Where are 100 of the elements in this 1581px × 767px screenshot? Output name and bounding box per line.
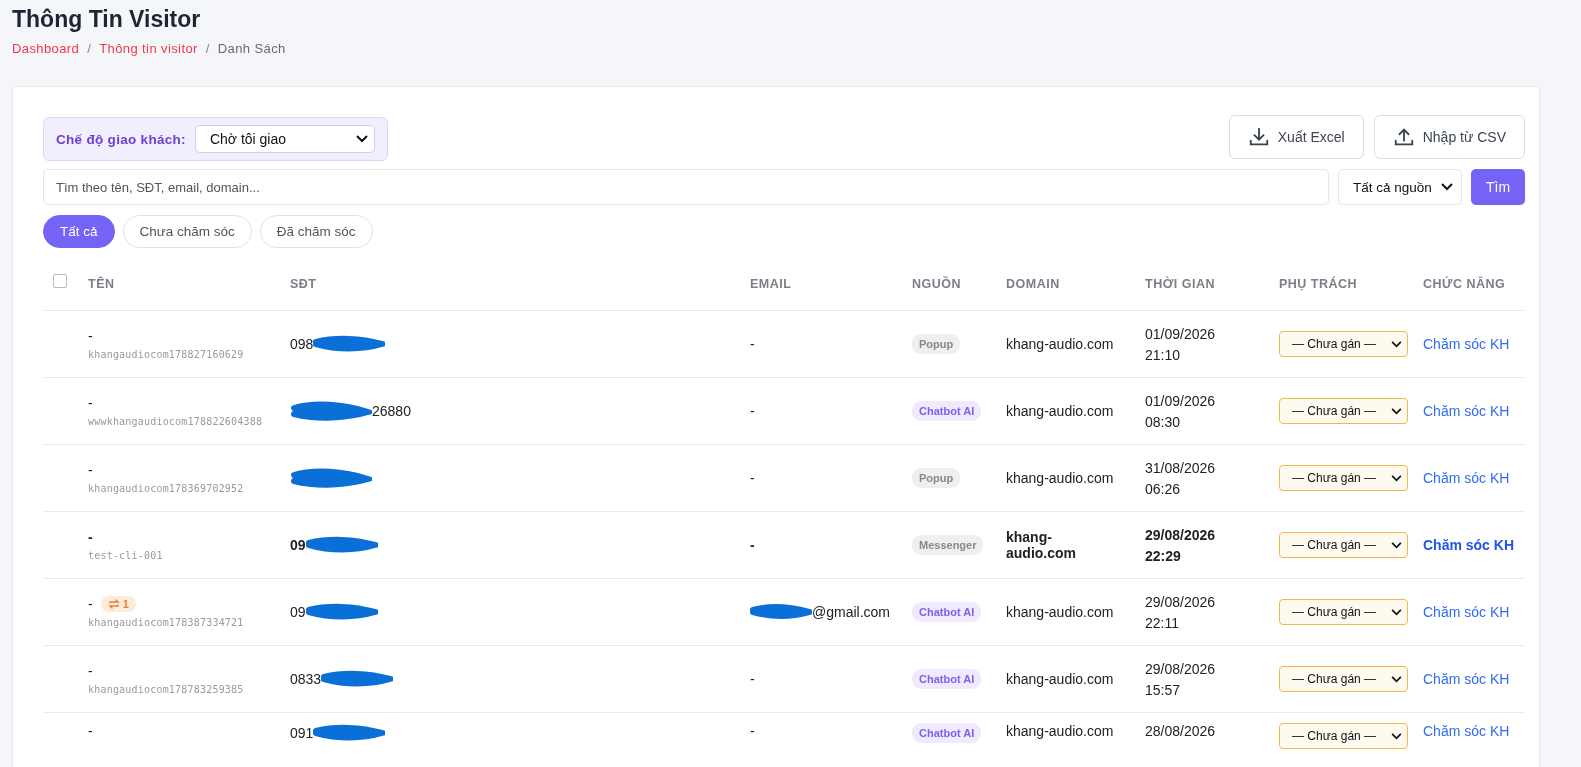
care-link[interactable]: Chăm sóc KH	[1423, 604, 1510, 620]
assignee-select[interactable]: — Chưa gán —	[1279, 723, 1408, 749]
visitor-name: -	[88, 723, 93, 739]
visitor-id: khangaudiocom178783259385	[88, 684, 244, 695]
filter-tab[interactable]: Đã chăm sóc	[259, 215, 373, 248]
time-text: 21:10	[1145, 346, 1181, 363]
time-text: 22:29	[1145, 547, 1181, 564]
phone-number: 09	[290, 537, 306, 553]
column-header: PHỤ TRÁCH	[1279, 277, 1358, 291]
assignee-select[interactable]: — Chưa gán —	[1279, 666, 1408, 692]
domain-text: khang-audio.com	[1006, 604, 1114, 620]
time-text: 31/08/2026	[1145, 459, 1216, 476]
assignee-select[interactable]: — Chưa gán —	[1279, 398, 1408, 424]
download-icon	[1247, 126, 1270, 148]
time-text: 01/09/2026	[1145, 392, 1216, 409]
time-text: 29/08/2026	[1145, 593, 1216, 610]
care-link[interactable]: Chăm sóc KH	[1423, 537, 1523, 553]
care-link[interactable]: Chăm sóc KH	[1423, 723, 1510, 739]
chevron-icon	[1391, 474, 1402, 482]
visitor-name: -	[88, 328, 93, 344]
select-all-checkbox[interactable]	[53, 274, 67, 288]
domain-text: khang-audio.com	[1006, 529, 1077, 561]
visitor-name: -	[88, 663, 93, 679]
assignee-select[interactable]: — Chưa gán —	[1279, 331, 1408, 357]
filter-tab[interactable]: Chưa chăm sóc	[122, 215, 252, 248]
mode-select[interactable]: Chờ tôi giao	[194, 125, 375, 153]
email-text: -	[750, 723, 755, 739]
time-text: 29/08/2026	[1145, 526, 1216, 543]
source-select[interactable]: Tất cả nguồn	[1338, 169, 1462, 205]
chevron-icon	[1391, 541, 1402, 549]
chevron-icon	[1391, 675, 1402, 683]
mode-label: Chế độ giao khách:	[56, 131, 186, 147]
visitor-name: -	[88, 462, 93, 478]
assignee-select[interactable]: — Chưa gán —	[1279, 599, 1408, 625]
source-tag: Messenger	[912, 535, 984, 555]
time-text: 06:26	[1145, 480, 1181, 497]
chevron-icon	[355, 135, 368, 143]
phone-number: 0833	[290, 671, 322, 687]
phone-number: 098	[290, 336, 314, 352]
chevron-icon	[1391, 340, 1402, 348]
column-header: TÊN	[88, 277, 115, 291]
domain-text: khang-audio.com	[1006, 671, 1114, 687]
source-tag: Chatbot AI	[912, 602, 982, 622]
breadcrumb-separator: /	[87, 41, 92, 56]
care-link[interactable]: Chăm sóc KH	[1423, 336, 1510, 352]
breadcrumb-link[interactable]: Thông tin visitor	[99, 41, 198, 56]
care-link[interactable]: Chăm sóc KH	[1423, 403, 1510, 419]
source-tag: Chatbot AI	[912, 723, 982, 743]
column-header: SĐT	[290, 277, 317, 291]
filter-tab[interactable]: Tất cả	[43, 215, 115, 248]
phone-number: 091	[290, 725, 314, 741]
domain-text: khang-audio.com	[1006, 336, 1114, 352]
page-title: Thông Tin Visitor	[11, 5, 202, 33]
export-button[interactable]: Xuất Excel	[1228, 115, 1364, 159]
breadcrumb-separator: /	[205, 41, 210, 56]
time-text: 08:30	[1145, 413, 1181, 430]
column-header: THỜI GIAN	[1145, 277, 1216, 291]
email-text: -	[750, 537, 755, 553]
visitor-id: wwwkhangaudiocom178822604388	[88, 416, 263, 427]
source-tag: Chatbot AI	[912, 401, 982, 421]
source-tag: Chatbot AI	[912, 669, 982, 689]
column-header: DOMAIN	[1006, 277, 1060, 291]
care-link[interactable]: Chăm sóc KH	[1423, 671, 1510, 687]
care-link[interactable]: Chăm sóc KH	[1423, 470, 1510, 486]
source-tag: Popup	[912, 334, 961, 354]
time-text: 22:11	[1145, 614, 1179, 631]
visitor-id: test-cli-001	[88, 550, 163, 561]
chevron-icon	[1441, 183, 1453, 191]
column-header: CHỨC NĂNG	[1423, 277, 1506, 291]
visitor-name: -	[88, 529, 93, 545]
chevron-icon	[1391, 407, 1402, 415]
email-text: -	[750, 671, 755, 687]
time-text: 01/09/2026	[1145, 325, 1216, 342]
assignee-select[interactable]: — Chưa gán —	[1279, 532, 1408, 558]
phone-number: 26880	[372, 403, 411, 419]
email-text: -	[750, 336, 755, 352]
visitor-id: khangaudiocom178827160629	[88, 349, 244, 360]
email-text: -	[750, 470, 755, 486]
domain-text: khang-audio.com	[1006, 470, 1114, 486]
domain-text: khang-audio.com	[1006, 403, 1114, 419]
source-tag: Popup	[912, 468, 961, 488]
visitor-id: khangaudiocom178369702952	[88, 483, 244, 494]
search-button[interactable]: Tìm	[1471, 169, 1525, 205]
breadcrumb-current: Danh Sách	[217, 41, 286, 56]
visitor-id: khangaudiocom178387334721	[88, 617, 244, 628]
breadcrumb-link[interactable]: Dashboard	[12, 41, 80, 56]
assignee-select[interactable]: — Chưa gán —	[1279, 465, 1408, 491]
column-header: NGUỒN	[912, 277, 962, 291]
import-button[interactable]: Nhập từ CSV	[1373, 115, 1525, 159]
chevron-icon	[1391, 608, 1402, 616]
search-field[interactable]: Tìm theo tên, SĐT, email, domain...	[43, 169, 1329, 205]
email-text: @gmail.com	[812, 604, 890, 620]
phone-number: 09	[290, 604, 306, 620]
domain-text: khang-audio.com	[1006, 723, 1114, 739]
visitor-name: -	[88, 596, 93, 612]
column-header: EMAIL	[750, 277, 792, 291]
email-text: -	[750, 403, 755, 419]
time-text: 15:57	[1145, 681, 1181, 698]
repeat-badge: 1	[100, 596, 136, 612]
chevron-icon	[1391, 732, 1402, 740]
